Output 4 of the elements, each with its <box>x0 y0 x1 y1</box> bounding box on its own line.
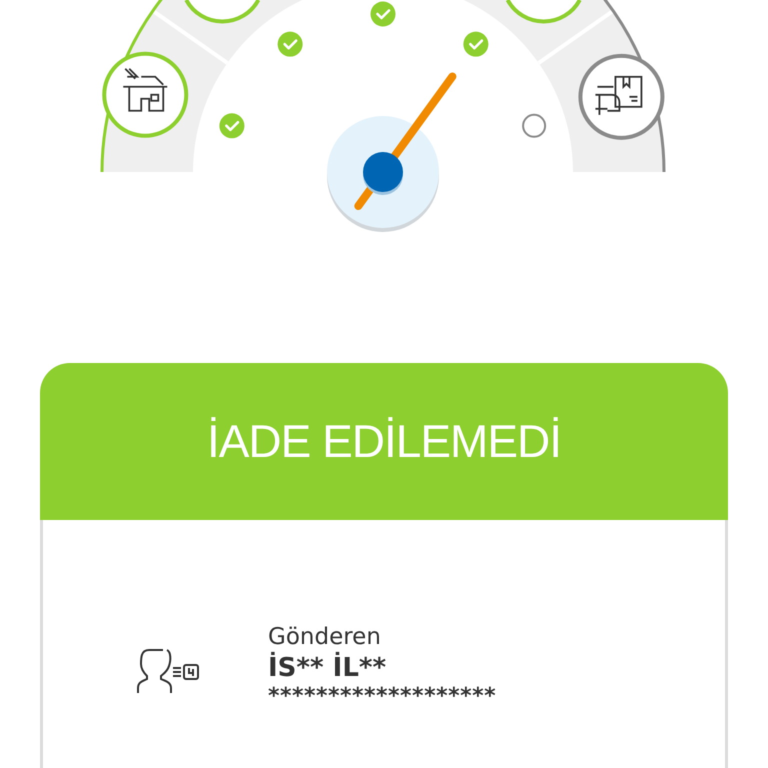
sender-label: Gönderen <box>268 623 382 652</box>
status-title: İADE EDİLEMEDİ <box>206 414 562 469</box>
sender-detail: ******************* <box>268 684 496 710</box>
sender-name: İS** İL** <box>268 652 388 684</box>
